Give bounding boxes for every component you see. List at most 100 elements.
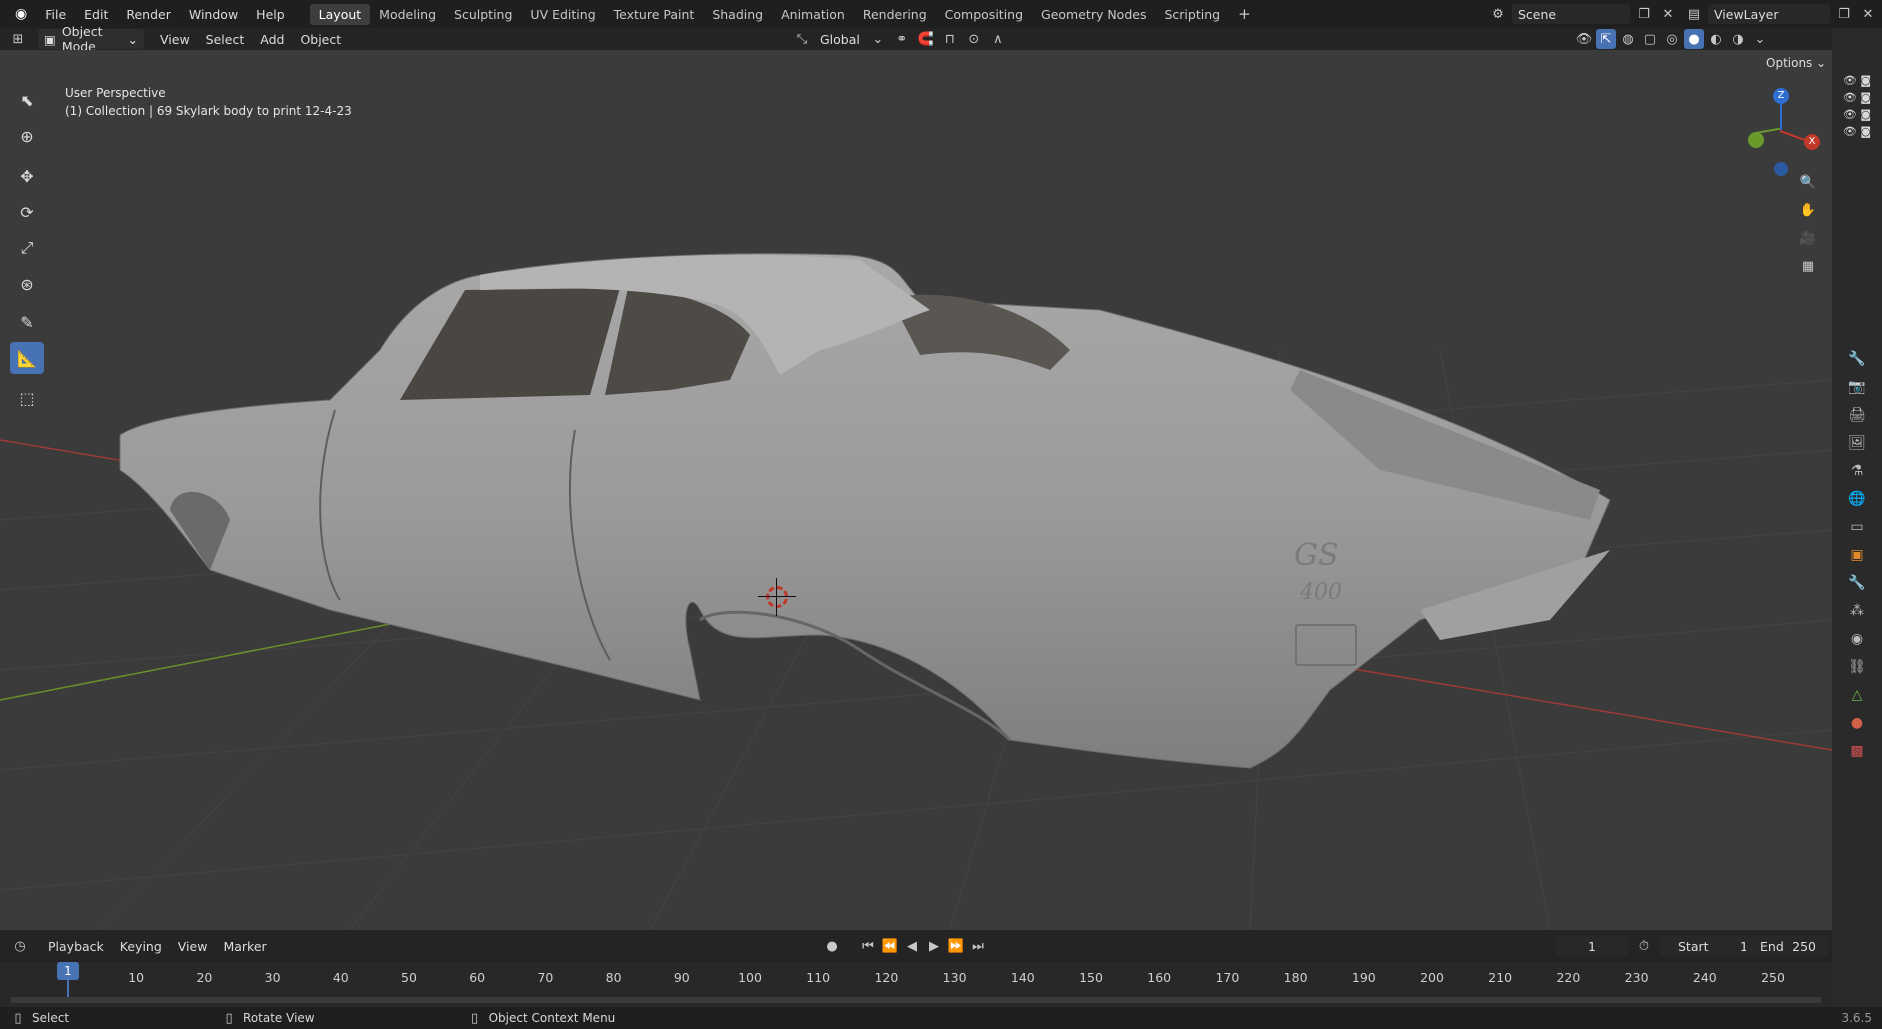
- xray-icon[interactable]: ▢: [1640, 29, 1660, 49]
- pan-hand-icon[interactable]: ✋: [1798, 200, 1818, 220]
- select-box-tool[interactable]: ⬉: [10, 84, 44, 116]
- scene-icon[interactable]: ⚙: [1488, 4, 1508, 24]
- gizmo-toggle-icon[interactable]: ⇱: [1596, 29, 1616, 49]
- falloff-icon[interactable]: ∧: [988, 29, 1008, 49]
- zoom-icon[interactable]: 🔍: [1798, 172, 1818, 192]
- scene-field[interactable]: Scene: [1512, 4, 1630, 24]
- mode-dropdown[interactable]: ▣ Object Mode ⌄: [38, 24, 144, 54]
- tab-modeling[interactable]: Modeling: [370, 4, 445, 25]
- delete-viewlayer-icon[interactable]: ✕: [1858, 4, 1878, 24]
- menu-help[interactable]: Help: [247, 7, 294, 22]
- constraints-properties-icon[interactable]: ⛓: [1840, 654, 1874, 680]
- new-scene-icon[interactable]: ❐: [1634, 4, 1654, 24]
- tab-animation[interactable]: Animation: [772, 4, 854, 25]
- annotate-tool[interactable]: ✎: [10, 306, 44, 338]
- add-workspace-icon[interactable]: +: [1229, 2, 1260, 26]
- playhead-frame[interactable]: 1: [57, 962, 79, 980]
- menu-render[interactable]: Render: [117, 7, 180, 22]
- eye-icon[interactable]: 👁 ◙: [1843, 91, 1871, 104]
- menu-edit[interactable]: Edit: [75, 7, 117, 22]
- collection-properties-icon[interactable]: ▭: [1840, 514, 1874, 540]
- tab-texture-paint[interactable]: Texture Paint: [605, 4, 704, 25]
- snap-icon[interactable]: 🧲: [916, 29, 936, 49]
- view-layer-properties-icon[interactable]: 🖼: [1840, 430, 1874, 456]
- timeline-scrollbar[interactable]: [10, 997, 1822, 1003]
- jump-start-icon[interactable]: ⏮: [858, 936, 878, 956]
- tab-sculpting[interactable]: Sculpting: [445, 4, 521, 25]
- world-properties-icon[interactable]: 🌐: [1840, 486, 1874, 512]
- playback-menu[interactable]: Playback: [40, 936, 112, 956]
- data-properties-icon[interactable]: △: [1840, 682, 1874, 708]
- gizmo-z-axis[interactable]: Z: [1773, 88, 1789, 104]
- view-menu[interactable]: View: [152, 29, 198, 49]
- scene-properties-icon[interactable]: ⚗: [1840, 458, 1874, 484]
- viewlayer-field[interactable]: ViewLayer: [1708, 4, 1830, 24]
- cursor-tool[interactable]: ⊕: [10, 120, 44, 152]
- next-keyframe-icon[interactable]: ⏩: [946, 936, 966, 956]
- tab-layout[interactable]: Layout: [309, 3, 371, 25]
- render-properties-icon[interactable]: 📷: [1840, 374, 1874, 400]
- menu-window[interactable]: Window: [180, 7, 247, 22]
- jump-end-icon[interactable]: ⏭: [968, 936, 988, 956]
- object-menu[interactable]: Object: [292, 29, 349, 49]
- new-viewlayer-icon[interactable]: ❐: [1834, 4, 1854, 24]
- tab-geometry-nodes[interactable]: Geometry Nodes: [1032, 4, 1155, 25]
- snap-target-icon[interactable]: ⊓: [940, 29, 960, 49]
- add-menu[interactable]: Add: [252, 29, 292, 49]
- rendered-shading-icon[interactable]: ◑: [1728, 29, 1748, 49]
- gizmo-neg-z-axis[interactable]: [1774, 162, 1788, 176]
- object-properties-icon[interactable]: ▣: [1840, 542, 1874, 568]
- stopwatch-icon[interactable]: ⏱: [1634, 936, 1654, 956]
- timeline-view-menu[interactable]: View: [170, 936, 216, 956]
- play-reverse-icon[interactable]: ◀: [902, 936, 922, 956]
- tab-rendering[interactable]: Rendering: [854, 4, 936, 25]
- material-shading-icon[interactable]: ◐: [1706, 29, 1726, 49]
- current-frame-field[interactable]: 1: [1556, 936, 1628, 956]
- viewlayer-icon[interactable]: ▤: [1684, 4, 1704, 24]
- prev-keyframe-icon[interactable]: ⏪: [880, 936, 900, 956]
- record-icon[interactable]: ●: [822, 936, 842, 956]
- blender-logo-icon[interactable]: ◉: [6, 6, 36, 22]
- tool-properties-icon[interactable]: 🔧: [1840, 346, 1874, 372]
- solid-shading-icon[interactable]: ●: [1684, 29, 1704, 49]
- material-properties-icon[interactable]: ●: [1840, 710, 1874, 736]
- orientation-dropdown[interactable]: Global: [816, 29, 864, 49]
- measure-tool[interactable]: 📐: [10, 342, 44, 374]
- add-cube-tool[interactable]: ⬚: [10, 382, 44, 414]
- wireframe-shading-icon[interactable]: ◎: [1662, 29, 1682, 49]
- marker-menu[interactable]: Marker: [215, 936, 274, 956]
- delete-scene-icon[interactable]: ✕: [1658, 4, 1678, 24]
- eye-icon[interactable]: 👁 ◙: [1843, 74, 1871, 87]
- tab-compositing[interactable]: Compositing: [936, 4, 1032, 25]
- tab-shading[interactable]: Shading: [703, 4, 772, 25]
- rotate-tool[interactable]: ⟳: [10, 196, 44, 228]
- particles-properties-icon[interactable]: ⁂: [1840, 598, 1874, 624]
- eye-icon[interactable]: 👁 ◙: [1843, 125, 1871, 138]
- camera-icon[interactable]: 🎥: [1798, 228, 1818, 248]
- visibility-icon[interactable]: 👁: [1574, 29, 1594, 49]
- proportional-edit-icon[interactable]: ⊙: [964, 29, 984, 49]
- gizmo-y-axis[interactable]: [1748, 132, 1764, 148]
- timeline-area[interactable]: 10 20 30 40 50 60 70 80 90 100 110 120 130 140 150 160 1…: [0, 962, 1832, 1007]
- grid-view-icon[interactable]: ▦: [1798, 256, 1818, 276]
- tab-scripting[interactable]: Scripting: [1155, 4, 1229, 25]
- navigation-gizmo[interactable]: Z X: [1740, 86, 1820, 176]
- chevron-down-icon[interactable]: ⌄: [1750, 29, 1770, 49]
- modifier-properties-icon[interactable]: 🔧: [1840, 570, 1874, 596]
- move-tool[interactable]: ✥: [10, 160, 44, 192]
- menu-file[interactable]: File: [36, 7, 75, 22]
- keying-menu[interactable]: Keying: [112, 936, 170, 956]
- tab-uv-editing[interactable]: UV Editing: [521, 4, 604, 25]
- transform-tool[interactable]: ⊛: [10, 268, 44, 300]
- 3d-viewport[interactable]: GS 400 User Perspective (1) Collection |…: [0, 50, 1832, 930]
- scale-tool[interactable]: ⤢: [10, 232, 44, 264]
- output-properties-icon[interactable]: 🖨: [1840, 402, 1874, 428]
- timeline-editor-icon[interactable]: ◷: [10, 936, 30, 956]
- overlay-icon[interactable]: ◍: [1618, 29, 1638, 49]
- physics-properties-icon[interactable]: ◉: [1840, 626, 1874, 652]
- options-dropdown[interactable]: Options ⌄: [1766, 56, 1826, 70]
- editor-type-icon[interactable]: ⊞: [8, 29, 28, 49]
- start-frame-field[interactable]: Start 1: [1660, 936, 1760, 956]
- play-icon[interactable]: ▶: [924, 936, 944, 956]
- car-body-model[interactable]: [119, 253, 1611, 769]
